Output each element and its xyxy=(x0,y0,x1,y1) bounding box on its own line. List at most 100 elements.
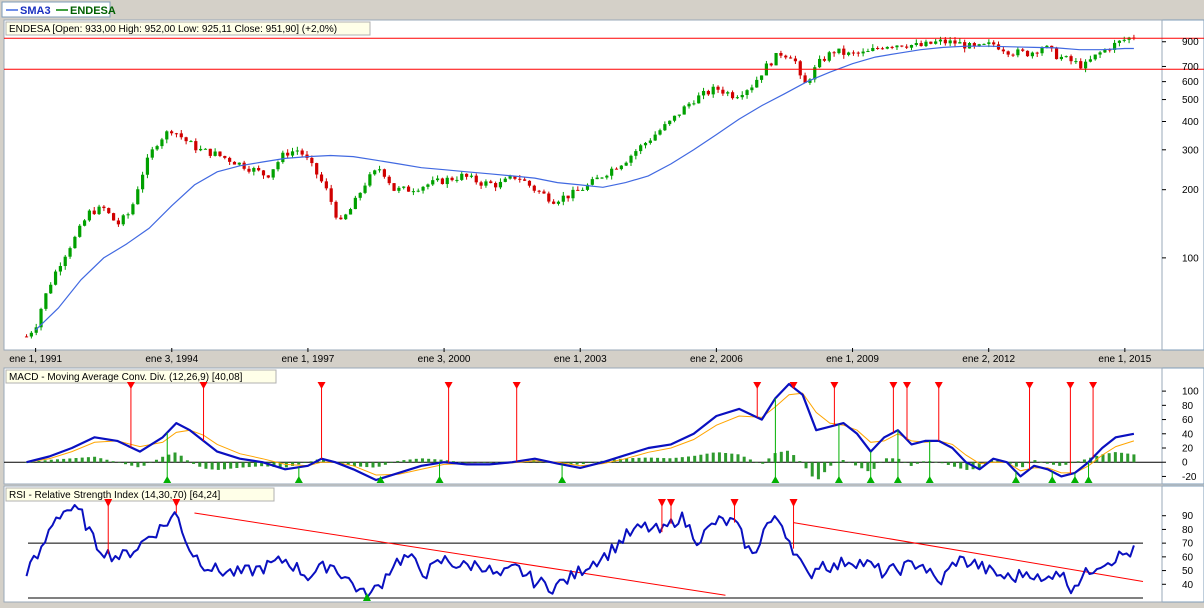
candle-body xyxy=(590,179,594,185)
macd-histogram-bar xyxy=(866,462,870,472)
candle-body xyxy=(851,52,856,54)
macd-histogram-bar xyxy=(909,462,913,466)
macd-histogram-bar xyxy=(1051,462,1055,465)
candle-body xyxy=(624,162,628,166)
candle-body xyxy=(556,201,561,204)
macd-histogram-bar xyxy=(946,462,950,465)
macd-histogram-bar xyxy=(105,459,109,463)
candle-body xyxy=(353,197,357,210)
candle-body xyxy=(774,53,778,66)
candle-body xyxy=(532,185,536,191)
macd-histogram-bar xyxy=(755,462,759,463)
macd-histogram-bar xyxy=(594,461,598,463)
macd-histogram-bar xyxy=(80,457,84,463)
macd-histogram-bar xyxy=(55,459,59,463)
macd-histogram-bar xyxy=(792,455,796,463)
candle-body xyxy=(1021,49,1025,51)
macd-histogram-bar xyxy=(662,458,666,463)
macd-histogram-bar xyxy=(74,458,78,463)
candle-body xyxy=(890,46,894,48)
macd-histogram-bar xyxy=(1107,453,1111,463)
candle-body xyxy=(730,92,735,99)
candle-body xyxy=(837,48,841,54)
macd-histogram-bar xyxy=(953,462,957,467)
candle-body xyxy=(92,210,96,215)
macd-histogram-bar xyxy=(761,462,765,464)
candle-body xyxy=(131,204,135,215)
candle-body xyxy=(503,178,507,182)
macd-histogram-bar xyxy=(68,458,72,463)
macd-histogram-bar xyxy=(303,462,307,463)
x-tick-label: ene 2, 2006 xyxy=(690,354,743,365)
candle-body xyxy=(179,133,183,138)
rsi-y-tick-label: 90 xyxy=(1182,511,1194,522)
candle-body xyxy=(1079,61,1083,69)
candle-body xyxy=(987,42,991,44)
stock-chart: SMA3 ENDESA ENDESA [Open: 933,00 High: 9… xyxy=(0,0,1204,605)
candle-body xyxy=(600,177,604,179)
candle-body xyxy=(1093,54,1097,60)
macd-histogram-bar xyxy=(940,462,944,464)
macd-histogram-bar xyxy=(1058,462,1062,466)
candle-body xyxy=(527,180,532,186)
candle-body xyxy=(1040,47,1044,54)
macd-histogram-bar xyxy=(798,461,802,463)
candle-body xyxy=(174,133,179,135)
x-tick-label: ene 1, 2009 xyxy=(826,354,879,365)
macd-histogram-bar xyxy=(309,461,313,463)
macd-histogram-bar xyxy=(396,460,400,463)
candle-body xyxy=(421,186,425,191)
macd-histogram-bar xyxy=(934,461,938,463)
candle-body xyxy=(648,140,652,143)
macd-histogram-bar xyxy=(241,462,245,468)
candle-body xyxy=(619,165,623,170)
macd-histogram-bar xyxy=(581,462,585,465)
macd-histogram-bar xyxy=(99,458,103,463)
candle-body xyxy=(552,201,556,204)
candle-body xyxy=(634,151,638,156)
macd-histogram-bar xyxy=(383,462,387,465)
candle-body xyxy=(310,157,314,164)
macd-histogram-bar xyxy=(253,462,257,467)
macd-histogram-bar xyxy=(204,462,208,469)
macd-histogram-bar xyxy=(922,461,926,463)
candle-body xyxy=(223,155,227,158)
macd-histogram-bar xyxy=(49,459,53,463)
macd-histogram-bar xyxy=(668,458,672,463)
macd-histogram-bar xyxy=(427,458,431,463)
macd-histogram-bar xyxy=(124,462,128,465)
macd-histogram-bar xyxy=(130,462,134,466)
macd-histogram-bar xyxy=(476,462,480,463)
price-y-tick-label: 100 xyxy=(1182,253,1199,264)
candle-body xyxy=(798,61,802,76)
candle-body xyxy=(769,63,773,66)
candle-body xyxy=(184,137,188,142)
candle-body xyxy=(639,145,643,152)
candle-body xyxy=(1069,56,1073,62)
candle-body xyxy=(82,220,87,226)
macd-histogram-bar xyxy=(247,462,251,468)
candle-body xyxy=(121,215,125,225)
candle-body xyxy=(455,179,459,181)
candle-body xyxy=(1098,52,1102,55)
candle-body xyxy=(745,90,749,95)
candle-body xyxy=(581,189,585,191)
x-tick-label: ene 2, 2012 xyxy=(962,354,1015,365)
candle-body xyxy=(518,178,522,180)
candle-body xyxy=(784,55,788,58)
candle-body xyxy=(24,336,29,338)
macd-histogram-bar xyxy=(686,456,690,463)
candle-body xyxy=(866,51,870,53)
macd-histogram-bar xyxy=(223,462,227,470)
macd-histogram-bar xyxy=(161,456,165,463)
candle-body xyxy=(97,206,101,215)
x-tick-label: ene 1, 1997 xyxy=(282,354,335,365)
candle-body xyxy=(905,46,909,48)
candle-body xyxy=(687,103,691,107)
candle-body xyxy=(155,146,159,150)
candle-body xyxy=(406,186,411,192)
candle-body xyxy=(373,170,377,175)
price-y-tick-label: 500 xyxy=(1182,95,1199,106)
macd-histogram-bar xyxy=(1132,454,1136,463)
candle-body xyxy=(261,170,266,176)
